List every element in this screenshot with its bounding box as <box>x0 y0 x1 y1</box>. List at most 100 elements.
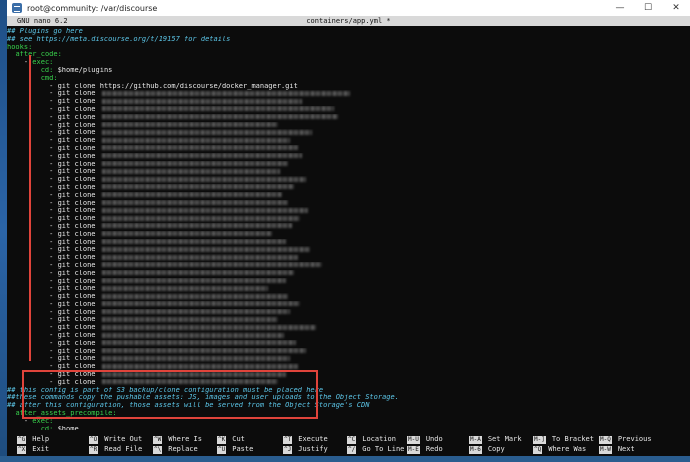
editor-text: - git clone <box>49 144 96 152</box>
redacted-repo-url <box>101 293 288 299</box>
shortcut-item[interactable]: ^J Justify <box>283 445 328 454</box>
redacted-repo-url <box>101 262 322 268</box>
editor-line: after_assets_precompile: <box>7 410 690 418</box>
editor-line: - git clone <box>7 379 690 387</box>
redacted-repo-url <box>101 168 280 174</box>
shortcut-key: ^Q <box>533 445 543 454</box>
editor-line: - git clone <box>7 340 690 348</box>
editor-text: - git clone <box>49 230 96 238</box>
editor-text: - git clone <box>49 324 96 332</box>
shortcut-item[interactable]: M-A Set Mark <box>469 435 522 444</box>
shortcut-item[interactable]: M-Q Previous <box>599 435 652 444</box>
redacted-repo-url <box>101 207 308 213</box>
shortcut-item[interactable]: ^C Location <box>347 435 396 444</box>
editor-text: - git clone <box>49 277 96 285</box>
editor-text: - git clone <box>49 238 96 246</box>
editor-line: - git clone <box>7 231 690 239</box>
nano-shortcut-bar: ^G Help ^X Exit ^O Write Out ^R Read File ^W Wher… <box>7 435 690 456</box>
shortcut-item[interactable]: ^U Paste <box>217 445 253 454</box>
redacted-repo-url <box>101 145 298 151</box>
editor-text: - git clone <box>49 207 96 215</box>
shortcut-item[interactable]: M-U Undo <box>407 435 443 444</box>
editor-text: ## this config is part of S3 backup/clon… <box>7 386 324 394</box>
shortcut-key: M-A <box>469 435 482 444</box>
shortcut-item[interactable]: ^Q Where Was <box>533 445 586 454</box>
shortcut-item[interactable]: ^G Help <box>17 435 49 444</box>
redacted-repo-url <box>101 348 306 354</box>
shortcut-label: Write Out <box>104 435 143 443</box>
shortcut-label: Where Was <box>548 445 587 453</box>
shortcut-key: M-6 <box>469 445 482 454</box>
shortcut-label: Exit <box>32 445 50 453</box>
shortcut-key: ^C <box>347 435 357 444</box>
editor-line: - git clone <box>7 270 690 278</box>
editor-text: - git clone <box>49 254 96 262</box>
editor-line: - git clone <box>7 114 690 122</box>
shortcut-item[interactable]: M-W Next <box>599 445 635 454</box>
editor-line: ## Plugins go here <box>7 28 690 36</box>
shortcut-item[interactable]: M-] To Bracket <box>533 435 594 444</box>
shortcut-label: Replace <box>168 445 198 453</box>
editor-line: cmd: <box>7 75 690 83</box>
editor-text: - git clone <box>49 152 96 160</box>
shortcut-key: ^O <box>89 435 99 444</box>
shortcut-item[interactable]: ^T Execute <box>283 435 328 444</box>
shortcut-key: ^U <box>217 445 227 454</box>
redacted-repo-url <box>101 371 286 377</box>
editor-line: - git clone <box>7 184 690 192</box>
editor-line: cd: $home <box>7 426 690 430</box>
editor-text: - git clone <box>49 269 96 277</box>
shortcut-item[interactable]: M-E Redo <box>407 445 443 454</box>
shortcut-item[interactable]: ^R Read File <box>89 445 142 454</box>
shortcut-item[interactable]: M-6 Copy <box>469 445 505 454</box>
shortcut-item[interactable]: ^/ Go To Line <box>347 445 404 454</box>
editor-area[interactable]: ## Plugins go here ## see https://meta.di… <box>7 28 690 430</box>
redacted-repo-url <box>101 114 338 120</box>
shortcut-item[interactable]: ^\ Replace <box>153 445 198 454</box>
shortcut-label: Execute <box>298 435 328 443</box>
minimize-icon[interactable]: — <box>606 3 634 13</box>
editor-line: ## after this configuration, those asset… <box>7 402 690 410</box>
redacted-repo-url <box>101 200 288 206</box>
editor-text: - git clone <box>49 308 96 316</box>
shortcut-label: Undo <box>425 435 443 443</box>
shortcut-label: Go To Line <box>362 445 405 453</box>
shortcut-key: M-E <box>407 445 420 454</box>
shortcut-item[interactable]: ^K Cut <box>217 435 245 444</box>
shortcut-item[interactable]: ^X Exit <box>17 445 49 454</box>
redacted-repo-url <box>101 129 312 135</box>
shortcut-key: ^T <box>283 435 293 444</box>
editor-line: - git clone <box>7 301 690 309</box>
editor-line: - git clone <box>7 98 690 106</box>
editor-line: - git clone <box>7 363 690 371</box>
editor-line: - git clone <box>7 371 690 379</box>
editor-text: - git clone <box>49 90 96 98</box>
shortcut-item[interactable]: ^O Write Out <box>89 435 142 444</box>
shortcut-key: ^K <box>217 435 227 444</box>
editor-line: - git clone <box>7 223 690 231</box>
redacted-repo-url <box>101 137 290 143</box>
shortcut-key: M-] <box>533 435 546 444</box>
editor-text: - git clone <box>49 347 96 355</box>
redacted-repo-url <box>101 363 298 369</box>
desktop-background-bottom <box>0 456 690 462</box>
editor-text: - git clone <box>49 222 96 230</box>
editor-text: cmd: <box>40 74 58 82</box>
editor-line: ## this config is part of S3 backup/clon… <box>7 387 690 395</box>
editor-line: - git clone <box>7 262 690 270</box>
editor-text: after_assets_precompile: <box>15 410 117 418</box>
editor-text: - git clone <box>49 378 96 386</box>
editor-line: - exec: <box>7 59 690 67</box>
editor-text: hooks: <box>7 43 33 51</box>
close-icon[interactable]: ✕ <box>662 3 690 13</box>
editor-text: - git clone <box>49 199 96 207</box>
editor-text: - git clone <box>49 355 96 363</box>
maximize-icon[interactable]: ☐ <box>634 3 662 13</box>
shortcut-item[interactable]: ^W Where Is <box>153 435 202 444</box>
editor-text: - git clone <box>49 261 96 269</box>
editor-text: cd: <box>40 66 54 74</box>
window-titlebar[interactable]: root@community: /var/discourse — ☐ ✕ <box>7 0 690 16</box>
redacted-repo-url <box>101 153 302 159</box>
redacted-repo-url <box>101 324 316 330</box>
redacted-repo-url <box>101 285 268 291</box>
